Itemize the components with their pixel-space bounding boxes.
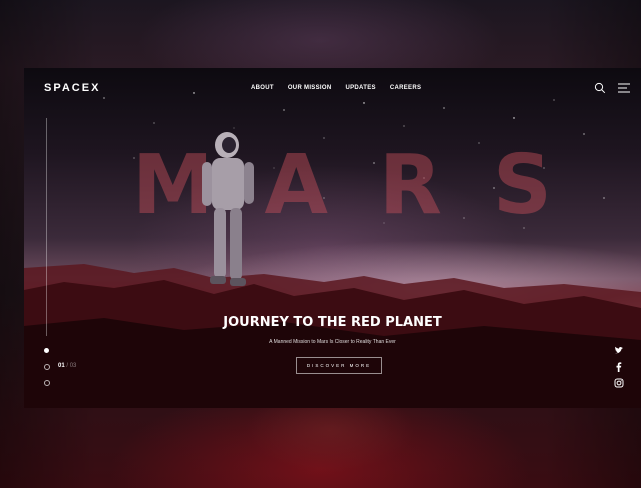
slide-total: / 03 — [66, 363, 77, 369]
main-nav: ABOUT OUR MISSION UPDATES CAREERS — [251, 85, 421, 91]
discover-more-button[interactable]: DISCOVER MORE — [296, 357, 382, 374]
spacex-logo[interactable]: SPACEX — [44, 82, 100, 94]
nav-link-our-mission[interactable]: OUR MISSION — [288, 85, 332, 91]
nav-link-about[interactable]: ABOUT — [251, 85, 274, 91]
slide-dot-2[interactable] — [44, 364, 50, 370]
slide-progress-line — [46, 118, 47, 336]
hero-subline: A Manned Mission to Mars Is Closer to Re… — [269, 339, 396, 345]
slide-counter: 01 / 03 — [58, 363, 76, 369]
instagram-icon[interactable] — [614, 378, 624, 388]
slide-current: 01 — [58, 363, 65, 369]
hero-frame: M A R S SPACEX ABOUT OUR MISSION UPDATES… — [24, 68, 641, 408]
nav-link-careers[interactable]: CAREERS — [390, 85, 421, 91]
search-icon[interactable] — [594, 82, 606, 94]
twitter-icon[interactable] — [614, 346, 624, 356]
slide-dot-3[interactable] — [44, 380, 50, 386]
facebook-icon[interactable] — [614, 362, 624, 372]
hero-headline: JOURNEY TO THE RED PLANET — [223, 315, 442, 330]
menu-icon[interactable] — [618, 83, 630, 93]
nav-link-updates[interactable]: UPDATES — [345, 85, 375, 91]
slide-dot-1[interactable] — [44, 348, 49, 353]
